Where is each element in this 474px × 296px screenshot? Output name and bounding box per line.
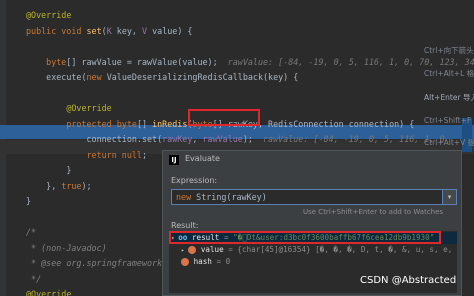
watches-hint: Use Ctrl+Shift+Enter to add to Watches [303, 208, 444, 216]
code-token: , [192, 134, 203, 144]
result-tree-row[interactable]: hash = 0 [169, 256, 457, 268]
highlight-box-rawkey-param [188, 109, 260, 126]
code-token: rawKey [162, 134, 193, 144]
code-token: protected byte [26, 118, 137, 129]
intellij-logo-icon: IJ [169, 155, 179, 165]
code-token: [] [136, 118, 153, 129]
code-token: rawValue: [-84, -19, 0, 5, 116, 1, 0, 70… [227, 56, 474, 67]
code-line: @Override [26, 102, 112, 114]
code-token: set [86, 25, 102, 36]
code-token: execute( [26, 72, 87, 82]
result-value: {char[45]@16354} [�, �, �, D, t, �, &, u… [237, 245, 457, 254]
code-line: @Override [26, 9, 71, 21]
code-line: public void set(K key, V value) { [26, 25, 192, 37]
code-token: key, [116, 25, 143, 36]
code-token: rawValue [202, 134, 243, 144]
code-token: K [106, 25, 117, 36]
code-token: ); [81, 180, 92, 191]
dialog-title: Evaluate [185, 154, 220, 163]
code-token: byte [26, 56, 67, 67]
code-token: @Override [26, 103, 112, 113]
field-icon [181, 258, 189, 266]
code-line: @Override [26, 288, 71, 296]
code-token: * (non-Javadoc) [26, 242, 107, 253]
code-token: */ [26, 273, 42, 284]
highlight-box-result [169, 231, 441, 244]
code-token: new [86, 72, 107, 82]
expression-token: String(rawKey) [196, 192, 267, 202]
expression-input[interactable]: new String(rawKey) [171, 189, 443, 205]
code-token: ); [242, 134, 264, 144]
code-token: true [61, 180, 82, 191]
code-line: } [26, 164, 71, 176]
shortcut-hint: Ctrl+Alt+V 提 [424, 138, 474, 147]
code-line: connection.set(rawKey, rawValue); rawVal… [26, 133, 445, 145]
code-token: value) { [152, 25, 193, 36]
shortcut-hint: Ctrl+Shift+F [424, 116, 472, 125]
code-line: return null; [26, 149, 148, 161]
code-line: byte[] rawValue = rawValue(value); rawVa… [26, 56, 474, 68]
code-line: execute(new ValueDeserializingRedisCallb… [26, 71, 298, 83]
code-token: }, [26, 180, 62, 191]
code-token: V [142, 25, 153, 36]
code-token: [] rawValue = rawValue(value); [66, 56, 228, 67]
code-line: }, true); [26, 180, 92, 192]
csdn-watermark: CSDN @Abstracted [360, 275, 457, 286]
code-token: connection.set( [26, 134, 163, 144]
shortcut-hint: Ctrl+向下箭头 [424, 46, 474, 55]
result-label: Result: [171, 221, 199, 230]
code-token: @Override [26, 10, 72, 20]
shortcut-hint: Alt+Enter 导入 [424, 93, 474, 102]
expand-right-icon[interactable]: ▸ [181, 247, 188, 254]
field-icon [188, 246, 197, 254]
equals-sign: = [223, 245, 238, 254]
code-line: } [26, 195, 31, 207]
expression-label: Expression: [171, 176, 218, 185]
code-line: * @see org.springframework [26, 257, 162, 269]
code-token: rawValue: [-84, -19, 0, 5, 116, 1, 0 [263, 134, 445, 144]
result-name: value [200, 245, 224, 254]
code-token: @Override [26, 289, 72, 296]
code-token: ValueDeserializingRedisCallback(key) { [106, 72, 299, 82]
code-line: /* [26, 226, 36, 238]
dialog-title-bar[interactable]: IJ Evaluate [163, 151, 461, 169]
expression-history-dropdown[interactable]: ▾ [443, 189, 457, 205]
code-token: } [26, 165, 72, 175]
code-line: * (non-Javadoc) [26, 242, 107, 254]
code-token: return null [26, 149, 142, 160]
equals-sign: = [211, 257, 226, 266]
result-name: hash [193, 257, 212, 266]
code-token: public void [26, 25, 87, 36]
shortcut-hint: Ctrl+Alt+L 格式 [424, 69, 474, 78]
result-value: 0 [225, 257, 231, 266]
code-token: /* [26, 227, 37, 237]
expression-token: new [176, 192, 197, 202]
code-token: inRedis [152, 118, 188, 129]
code-token: * @see org.springframework [26, 258, 163, 268]
code-token: } [26, 196, 32, 206]
result-tree-row[interactable]: ▸ value = {char[45]@16354} [�, �, �, D, … [169, 244, 457, 256]
code-line: */ [26, 273, 41, 285]
code-token: ; [141, 149, 148, 160]
